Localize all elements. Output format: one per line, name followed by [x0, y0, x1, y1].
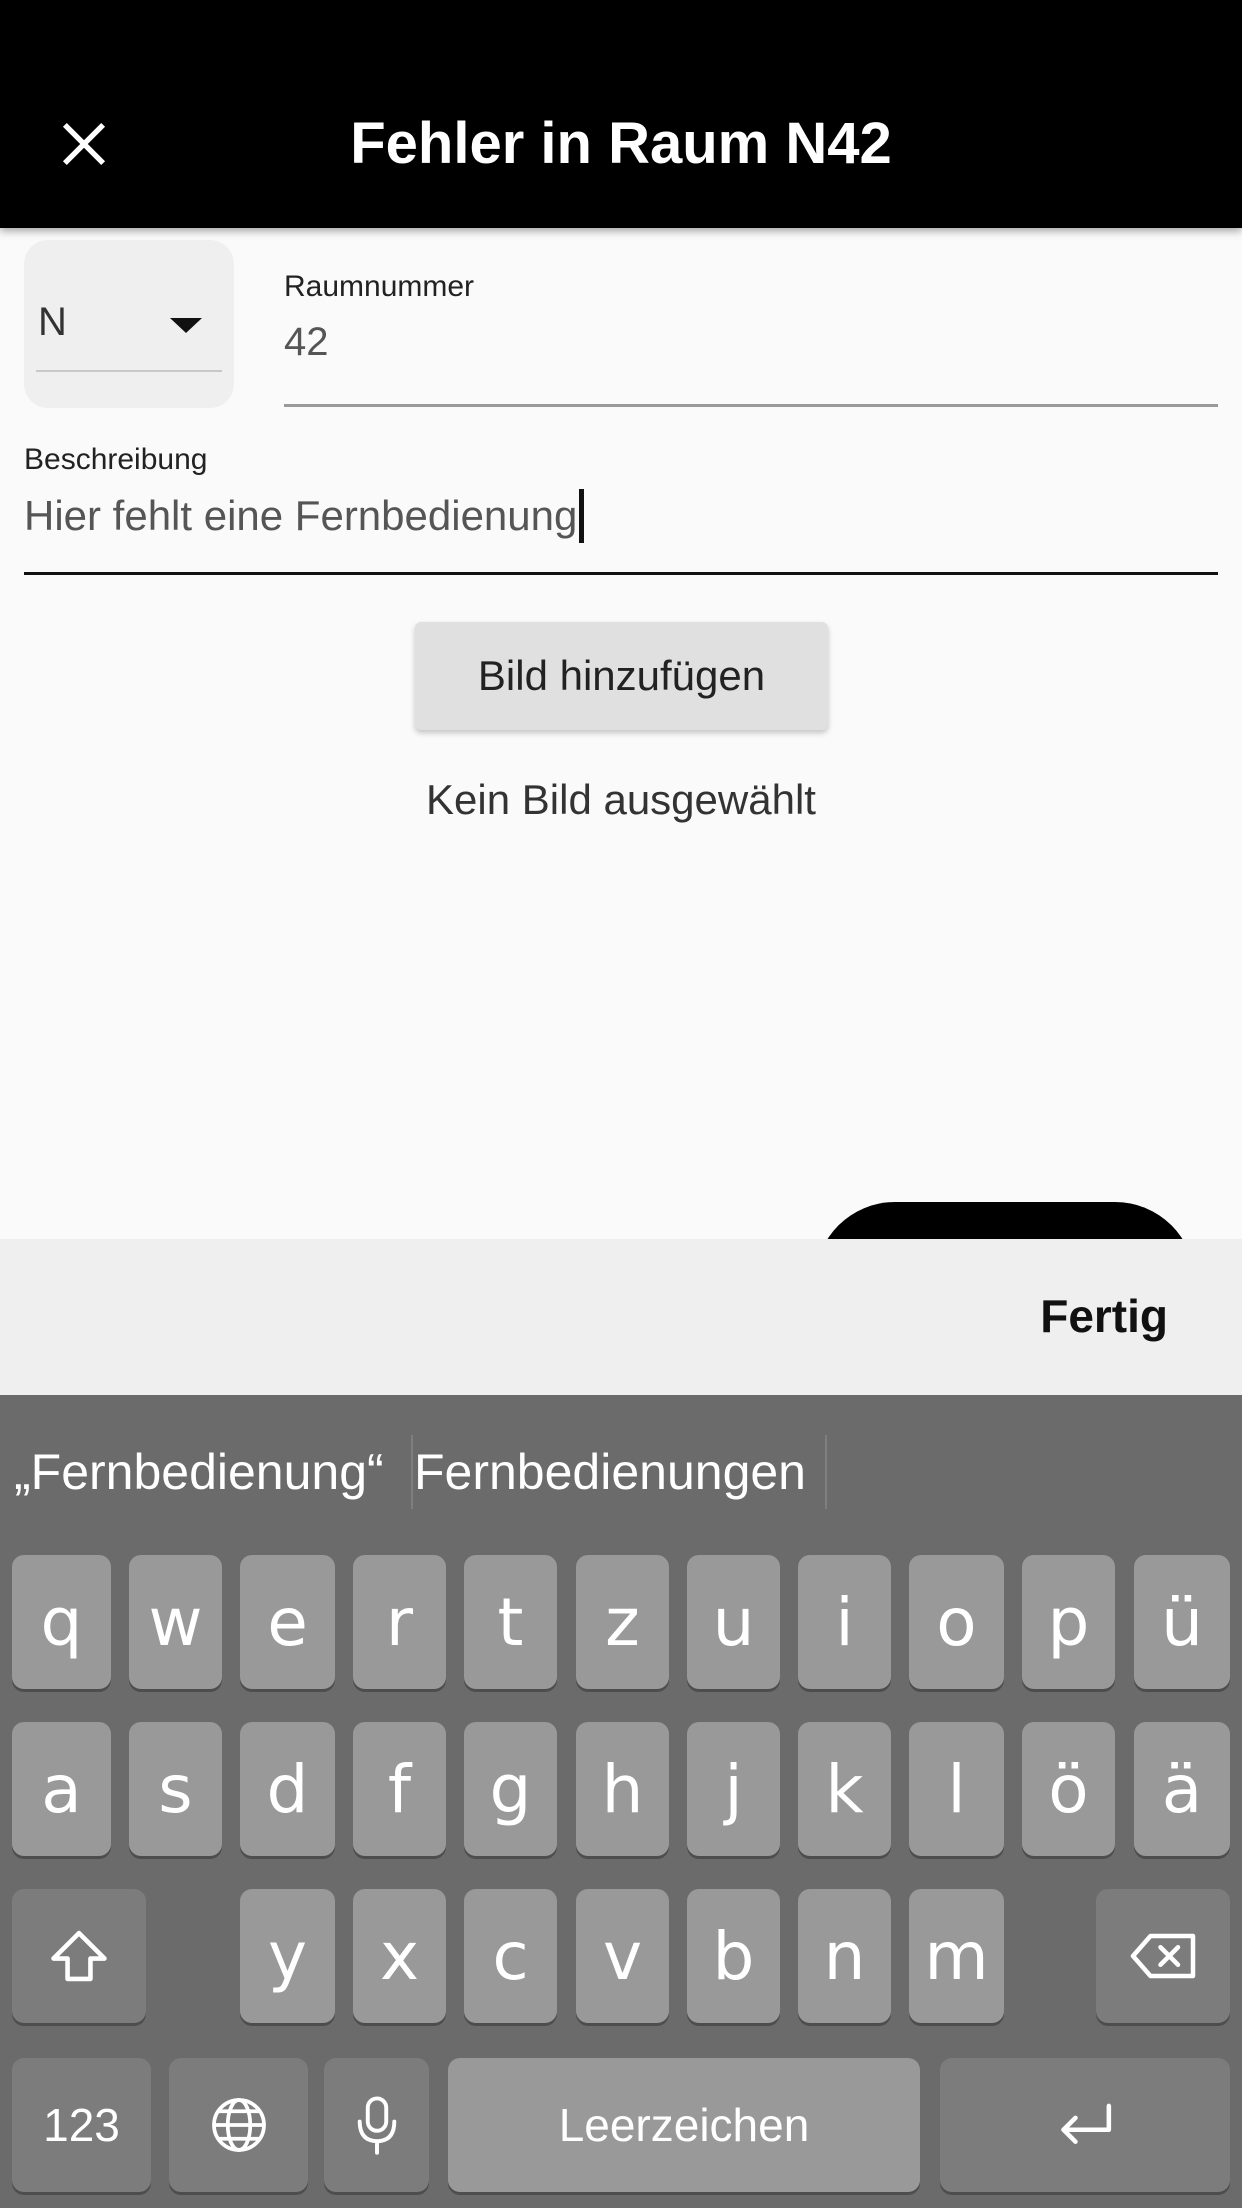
- key-i[interactable]: i: [798, 1555, 891, 1689]
- shift-icon: [51, 1930, 107, 1982]
- globe-icon: [211, 2098, 266, 2152]
- key-label: u: [712, 1583, 755, 1661]
- building-dropdown[interactable]: N: [24, 240, 234, 408]
- key-b[interactable]: b: [687, 1889, 780, 2023]
- key-o-umlaut[interactable]: ö: [1022, 1722, 1115, 1856]
- key-label: v: [602, 1917, 643, 1995]
- numbers-key[interactable]: 123: [12, 2058, 151, 2192]
- description-underline: [24, 572, 1218, 575]
- key-t[interactable]: t: [464, 1555, 557, 1689]
- key-label: y: [267, 1917, 308, 1995]
- key-label: o: [936, 1583, 977, 1661]
- no-image-text: Kein Bild ausgewählt: [426, 776, 816, 823]
- key-n[interactable]: n: [798, 1889, 891, 2023]
- room-number-value: 42: [284, 320, 329, 364]
- key-v[interactable]: v: [576, 1889, 669, 2023]
- key-z[interactable]: z: [576, 1555, 669, 1689]
- done-button[interactable]: Fertig: [1040, 1289, 1168, 1343]
- building-dropdown-value: N: [38, 300, 67, 344]
- keyboard: „Fernbedienung“ Fernbedienungen q w e r …: [0, 1395, 1242, 2208]
- text-cursor: [579, 489, 585, 543]
- key-label: c: [492, 1917, 529, 1995]
- return-icon: [1061, 2103, 1112, 2144]
- key-s[interactable]: s: [129, 1722, 222, 1856]
- key-k[interactable]: k: [798, 1722, 891, 1856]
- key-c[interactable]: c: [464, 1889, 557, 2023]
- app-bar: Fehler in Raum N42: [0, 0, 1242, 228]
- key-label: a: [41, 1750, 82, 1828]
- backspace-key[interactable]: [1096, 1889, 1230, 2023]
- description-value-row: Hier fehlt eine Fernbedienung: [24, 489, 585, 543]
- key-label: j: [724, 1750, 743, 1828]
- key-label: h: [601, 1750, 644, 1828]
- shift-key[interactable]: [12, 1889, 146, 2023]
- key-label: ö: [1048, 1750, 1089, 1828]
- key-a-umlaut[interactable]: ä: [1134, 1722, 1230, 1856]
- key-g[interactable]: g: [464, 1722, 557, 1856]
- key-u[interactable]: u: [687, 1555, 780, 1689]
- key-u-umlaut[interactable]: ü: [1134, 1555, 1230, 1689]
- key-label: r: [385, 1583, 414, 1661]
- suggestion-bar: „Fernbedienung“ Fernbedienungen: [0, 1395, 1242, 1540]
- suggestion-divider: [411, 1435, 413, 1509]
- microphone-icon: [357, 2096, 396, 2155]
- key-f[interactable]: f: [353, 1722, 446, 1856]
- key-y[interactable]: y: [240, 1889, 335, 2023]
- key-label: ü: [1161, 1583, 1203, 1661]
- key-label: l: [947, 1750, 966, 1828]
- space-key[interactable]: Leerzeichen: [448, 2058, 920, 2192]
- room-number-label: Raumnummer: [284, 270, 475, 303]
- description-field[interactable]: Beschreibung Hier fehlt eine Fernbedienu…: [24, 443, 1218, 578]
- key-label: i: [835, 1583, 854, 1661]
- globe-key[interactable]: [169, 2058, 308, 2192]
- space-key-label: Leerzeichen: [558, 2099, 810, 2151]
- key-e[interactable]: e: [240, 1555, 335, 1689]
- key-label: p: [1047, 1583, 1090, 1661]
- suggestion-1[interactable]: „Fernbedienung“: [14, 1443, 384, 1501]
- return-key[interactable]: [940, 2058, 1230, 2192]
- key-label: e: [267, 1583, 308, 1661]
- key-label: m: [924, 1917, 989, 1995]
- microphone-key[interactable]: [324, 2058, 429, 2192]
- key-x[interactable]: x: [353, 1889, 446, 2023]
- suggestion-divider: [825, 1435, 827, 1509]
- room-number-field[interactable]: Raumnummer 42: [284, 270, 1218, 410]
- key-l[interactable]: l: [909, 1722, 1004, 1856]
- key-label: n: [823, 1917, 866, 1995]
- dropdown-underline: [36, 370, 222, 372]
- description-value: Hier fehlt eine Fernbedienung: [24, 492, 578, 539]
- key-label: ä: [1161, 1750, 1203, 1828]
- key-j[interactable]: j: [687, 1722, 780, 1856]
- key-r[interactable]: r: [353, 1555, 446, 1689]
- key-label: g: [489, 1750, 532, 1828]
- key-label: d: [266, 1750, 309, 1828]
- room-number-underline: [284, 404, 1218, 407]
- page-title: Fehler in Raum N42: [350, 111, 892, 176]
- key-p[interactable]: p: [1022, 1555, 1115, 1689]
- key-label: f: [387, 1750, 412, 1828]
- key-q[interactable]: q: [12, 1555, 111, 1689]
- backspace-icon: [1130, 1933, 1196, 1979]
- key-a[interactable]: a: [12, 1722, 111, 1856]
- key-d[interactable]: d: [240, 1722, 335, 1856]
- key-label: q: [40, 1583, 83, 1661]
- key-label: x: [379, 1917, 420, 1995]
- key-label: k: [825, 1750, 864, 1828]
- key-h[interactable]: h: [576, 1722, 669, 1856]
- key-label: t: [497, 1583, 524, 1661]
- description-label: Beschreibung: [24, 443, 208, 476]
- key-w[interactable]: w: [129, 1555, 222, 1689]
- suggestion-2[interactable]: Fernbedienungen: [414, 1443, 806, 1501]
- keyboard-accessory-bar: Fertig: [0, 1239, 1242, 1395]
- key-label: s: [158, 1750, 193, 1828]
- key-label: z: [605, 1583, 640, 1661]
- arrow-drop-down-icon: [170, 318, 202, 333]
- numbers-key-label: 123: [43, 2099, 120, 2151]
- key-label: w: [148, 1583, 203, 1661]
- add-image-button[interactable]: Bild hinzufügen: [415, 622, 828, 730]
- key-m[interactable]: m: [909, 1889, 1004, 2023]
- key-o[interactable]: o: [909, 1555, 1004, 1689]
- key-label: b: [712, 1917, 755, 1995]
